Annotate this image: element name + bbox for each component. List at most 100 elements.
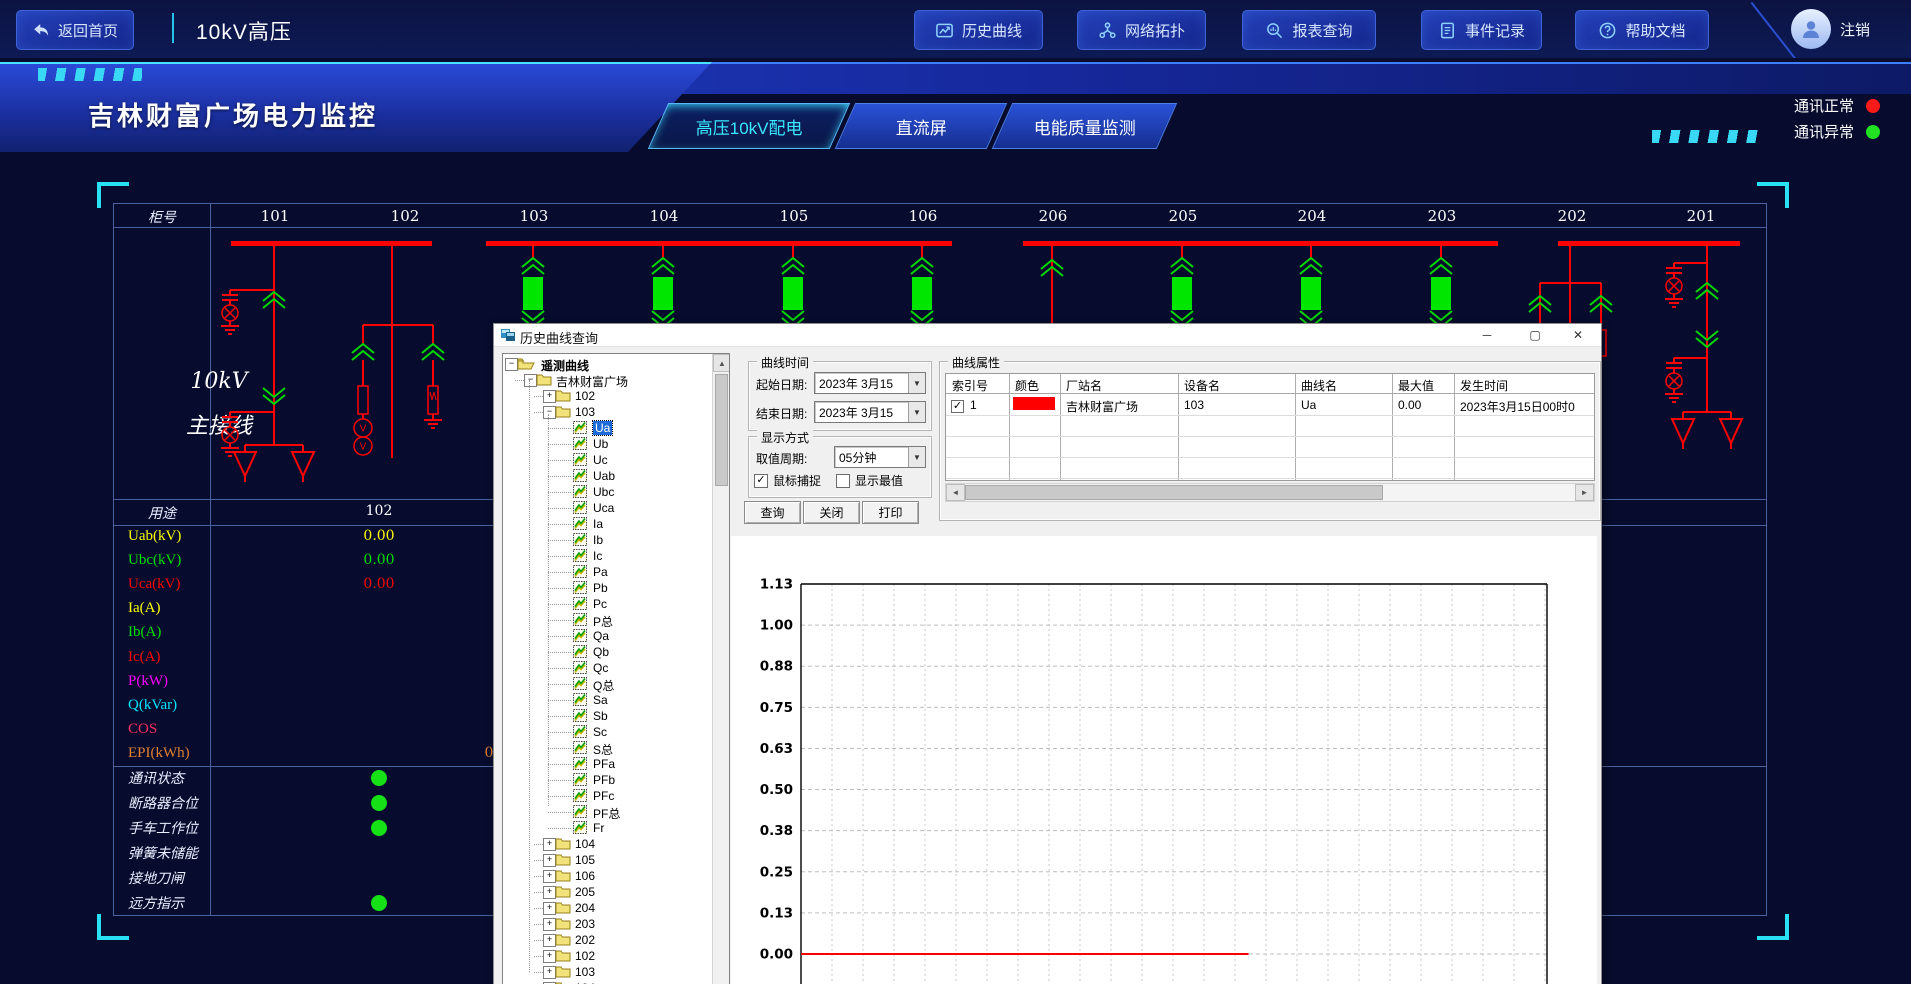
show-extremes-checkbox[interactable]: 显示最值 <box>836 472 903 489</box>
tree-leaf-Uab[interactable]: Uab <box>503 468 708 484</box>
tree-leaf-Qa[interactable]: Qa <box>503 628 708 644</box>
cabinet-header-label: 柜号 <box>124 207 200 227</box>
tree-leaf-PFb[interactable]: PFb <box>503 772 708 788</box>
tree-node-104[interactable]: +104 <box>503 836 708 852</box>
user-avatar[interactable] <box>1791 9 1831 49</box>
mouse-capture-checkbox[interactable]: ✓ 鼠标捕捉 <box>754 472 821 489</box>
curve-icon <box>573 453 587 469</box>
tree-node-102[interactable]: +102 <box>503 388 708 404</box>
tree-leaf-Sa[interactable]: Sa <box>503 692 708 708</box>
tree-node-203[interactable]: +203 <box>503 916 708 932</box>
tree-node-102[interactable]: +102 <box>503 948 708 964</box>
tab-power-quality[interactable]: 电能质量监测 <box>992 103 1177 149</box>
scroll-right-button[interactable]: ► <box>1575 484 1594 501</box>
title-divider <box>172 13 174 43</box>
tree-leaf-Qc[interactable]: Qc <box>503 660 708 676</box>
tree-node-遥测曲线[interactable]: −遥测曲线 <box>503 356 708 372</box>
page-title: 10kV高压 <box>196 16 292 46</box>
tree-leaf-PFc[interactable]: PFc <box>503 788 708 804</box>
tree-leaf-Ubc[interactable]: Ubc <box>503 484 708 500</box>
tab-dc-panel[interactable]: 直流屏 <box>835 103 1007 149</box>
tree-leaf-Qb[interactable]: Qb <box>503 644 708 660</box>
measurement-label: EPI(kWh) <box>128 745 190 762</box>
curve-row-checkbox[interactable]: ✓ <box>951 398 964 413</box>
tree-scroll-thumb[interactable] <box>715 374 728 486</box>
close-dialog-button[interactable]: 关闭 <box>803 501 860 524</box>
minimize-button[interactable]: ─ <box>1469 324 1505 346</box>
tree-leaf-P总[interactable]: P总 <box>503 612 708 628</box>
folder-icon <box>517 357 535 373</box>
tree-leaf-label: Ua <box>593 421 612 435</box>
tree-leaf-Sc[interactable]: Sc <box>503 724 708 740</box>
sample-period-combo[interactable]: 05分钟 ▼ <box>834 446 926 468</box>
nav-button-history-curve[interactable]: 历史曲线 <box>914 10 1043 50</box>
nav-button-label: 报表查询 <box>1292 20 1352 41</box>
tree-node-104[interactable]: +104 <box>503 980 708 984</box>
nav-button-help-doc[interactable]: 帮助文档 <box>1575 10 1709 50</box>
tree-node-105[interactable]: +105 <box>503 852 708 868</box>
tree-leaf-Ib[interactable]: Ib <box>503 532 708 548</box>
tree-node-106[interactable]: +106 <box>503 868 708 884</box>
tree-node-吉林财富广场[interactable]: −吉林财富广场 <box>503 372 708 388</box>
sample-period-label: 取值周期: <box>756 450 807 467</box>
tree-leaf-Pc[interactable]: Pc <box>503 596 708 612</box>
tree-scrollbar[interactable]: ▲ <box>712 354 729 984</box>
print-button[interactable]: 打印 <box>862 501 919 524</box>
tree-leaf-Ic[interactable]: Ic <box>503 548 708 564</box>
top-bar: 返回首页 10kV高压 历史曲线 网络拓扑 报表查询 事件记录 帮助文档 注销 <box>0 0 1911 58</box>
tree-leaf-Ia[interactable]: Ia <box>503 516 708 532</box>
tree-node-103[interactable]: −103 <box>503 404 708 420</box>
show-extremes-label: 显示最值 <box>855 472 903 489</box>
tree-node-202[interactable]: +202 <box>503 932 708 948</box>
tree-node-103[interactable]: +103 <box>503 964 708 980</box>
query-button[interactable]: 查询 <box>744 501 801 524</box>
tree-leaf-Sb[interactable]: Sb <box>503 708 708 724</box>
checkbox-unchecked-icon[interactable] <box>836 474 850 488</box>
tree-leaf-PFa[interactable]: PFa <box>503 756 708 772</box>
props-horizontal-scrollbar[interactable]: ◄ ► <box>945 483 1595 502</box>
sample-period-dropdown-icon[interactable]: ▼ <box>908 447 925 467</box>
tree-leaf-Uc[interactable]: Uc <box>503 452 708 468</box>
start-date-field[interactable]: 2023年 3月15 ▼ <box>814 372 926 394</box>
tree-node-205[interactable]: +205 <box>503 884 708 900</box>
props-scroll-thumb[interactable] <box>965 485 1383 500</box>
folder-icon <box>536 373 552 389</box>
tab-hv-10kv-distribution[interactable]: 高压10kV配电 <box>648 103 850 149</box>
nav-button-network-topology[interactable]: 网络拓扑 <box>1077 10 1206 50</box>
tree-node-204[interactable]: +204 <box>503 900 708 916</box>
cabinet-id-204: 204 <box>1272 207 1352 225</box>
checkbox-checked-icon[interactable]: ✓ <box>754 474 768 488</box>
measurement-value: 0.00 <box>344 576 414 592</box>
tree-leaf-Fr[interactable]: Fr <box>503 820 708 836</box>
history-curve-dialog: 历史曲线查询 ─ ▢ ✕ −遥测曲线−吉林财富广场+102−103UaUbUcU… <box>493 323 1602 984</box>
back-home-label: 返回首页 <box>58 20 118 41</box>
tree-leaf-Pa[interactable]: Pa <box>503 564 708 580</box>
dialog-title-bar[interactable]: 历史曲线查询 ─ ▢ ✕ <box>494 324 1601 347</box>
nav-button-report-query[interactable]: 报表查询 <box>1242 10 1376 50</box>
curve-props-table: 索引号颜色厂站名设备名曲线名最大值发生时间✓1吉林财富广场103Ua0.0020… <box>945 373 1595 481</box>
tree-leaf-label: Fr <box>593 821 604 835</box>
end-date-dropdown-icon[interactable]: ▼ <box>908 402 925 422</box>
logout-button[interactable]: 注销 <box>1840 19 1870 40</box>
tree-leaf-Uca[interactable]: Uca <box>503 500 708 516</box>
tree-leaf-Pb[interactable]: Pb <box>503 580 708 596</box>
tree-leaf-Q总[interactable]: Q总 <box>503 676 708 692</box>
close-button[interactable]: ✕ <box>1560 324 1596 346</box>
scroll-up-button[interactable]: ▲ <box>713 354 730 372</box>
maximize-button[interactable]: ▢ <box>1517 324 1553 346</box>
start-date-dropdown-icon[interactable]: ▼ <box>908 373 925 393</box>
nav-button-label: 历史曲线 <box>962 20 1022 41</box>
scroll-left-button[interactable]: ◄ <box>946 484 965 501</box>
tree-leaf-label: Sa <box>593 693 608 707</box>
tree-leaf-PF总[interactable]: PF总 <box>503 804 708 820</box>
tree-leaf-Ub[interactable]: Ub <box>503 436 708 452</box>
curve-color-swatch[interactable] <box>1013 397 1055 410</box>
curve-icon <box>573 469 587 485</box>
tree-leaf-Ua[interactable]: Ua <box>503 420 708 436</box>
tree-leaf-S总[interactable]: S总 <box>503 740 708 756</box>
back-home-button[interactable]: 返回首页 <box>16 10 134 50</box>
nav-button-event-record[interactable]: 事件记录 <box>1421 10 1542 50</box>
curve-row-max: 0.00 <box>1398 398 1421 412</box>
end-date-field[interactable]: 2023年 3月15 ▼ <box>814 401 926 423</box>
curve-icon <box>573 677 587 693</box>
